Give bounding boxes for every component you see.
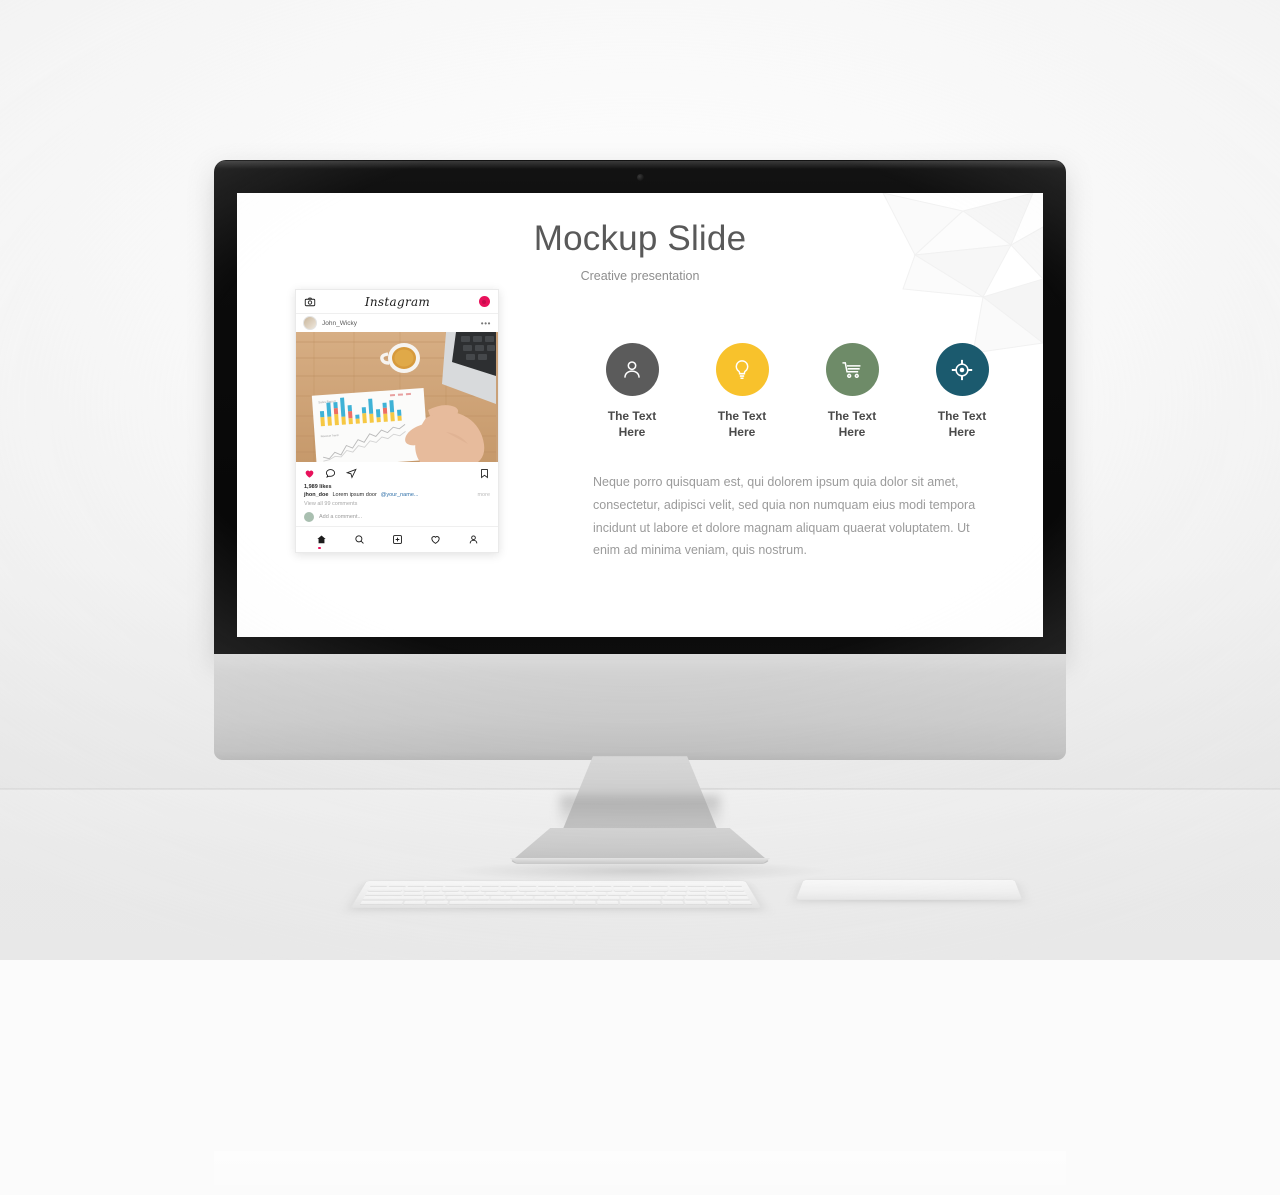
chin-highlight — [214, 1151, 1066, 1195]
studio-scene: Mockup Slide Creative presentation — [0, 0, 1280, 1195]
scene-vignette — [0, 0, 1280, 960]
